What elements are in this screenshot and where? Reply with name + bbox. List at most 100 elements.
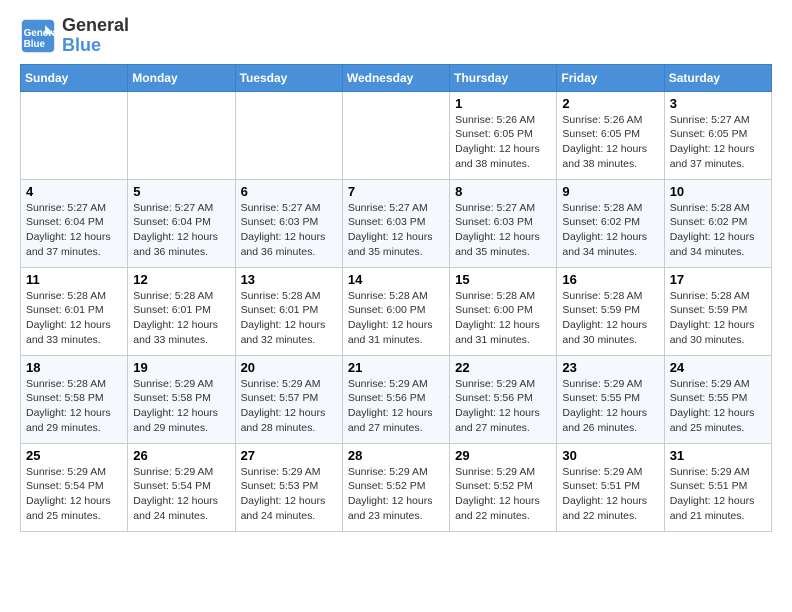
day-number: 10: [670, 184, 766, 199]
day-number: 22: [455, 360, 551, 375]
calendar-cell: 13Sunrise: 5:28 AM Sunset: 6:01 PM Dayli…: [235, 267, 342, 355]
page-header: General Blue General Blue: [20, 16, 772, 56]
calendar-cell: 8 Sunrise: 5:27 AM Sunset: 6:03 PM Daylig…: [450, 179, 557, 267]
day-number: 27: [241, 448, 337, 463]
day-number: 15: [455, 272, 551, 287]
calendar-cell: 9 Sunrise: 5:28 AM Sunset: 6:02 PM Daylig…: [557, 179, 664, 267]
day-info: Sunrise: 5:27 AM Sunset: 6:04 PM Dayligh…: [26, 201, 122, 260]
day-info: Sunrise: 5:28 AM Sunset: 6:02 PM Dayligh…: [562, 201, 658, 260]
calendar-cell: [21, 91, 128, 179]
calendar-cell: 28Sunrise: 5:29 AM Sunset: 5:52 PM Dayli…: [342, 443, 449, 531]
calendar-cell: 5Sunrise: 5:27 AM Sunset: 6:04 PM Daylig…: [128, 179, 235, 267]
day-number: 23: [562, 360, 658, 375]
day-number: 20: [241, 360, 337, 375]
day-info: Sunrise: 5:29 AM Sunset: 5:51 PM Dayligh…: [670, 465, 766, 524]
day-number: 19: [133, 360, 229, 375]
calendar-week-row: 25Sunrise: 5:29 AM Sunset: 5:54 PM Dayli…: [21, 443, 772, 531]
calendar-table: SundayMondayTuesdayWednesdayThursdayFrid…: [20, 64, 772, 532]
day-info: Sunrise: 5:26 AM Sunset: 6:05 PM Dayligh…: [455, 113, 551, 172]
day-number: 3: [670, 96, 766, 111]
logo-text: General Blue: [62, 16, 129, 56]
day-info: Sunrise: 5:29 AM Sunset: 5:58 PM Dayligh…: [133, 377, 229, 436]
day-number: 30: [562, 448, 658, 463]
day-info: Sunrise: 5:29 AM Sunset: 5:51 PM Dayligh…: [562, 465, 658, 524]
day-number: 9: [562, 184, 658, 199]
day-number: 1: [455, 96, 551, 111]
calendar-cell: [342, 91, 449, 179]
weekday-header: Monday: [128, 64, 235, 91]
calendar-week-row: 4 Sunrise: 5:27 AM Sunset: 6:04 PM Daylig…: [21, 179, 772, 267]
day-info: Sunrise: 5:26 AM Sunset: 6:05 PM Dayligh…: [562, 113, 658, 172]
calendar-week-row: 1 Sunrise: 5:26 AM Sunset: 6:05 PM Daylig…: [21, 91, 772, 179]
calendar-cell: 23 Sunrise: 5:29 AM Sunset: 5:55 PM Dayli…: [557, 355, 664, 443]
calendar-cell: [128, 91, 235, 179]
day-number: 17: [670, 272, 766, 287]
day-info: Sunrise: 5:28 AM Sunset: 5:58 PM Dayligh…: [26, 377, 122, 436]
day-info: Sunrise: 5:29 AM Sunset: 5:55 PM Dayligh…: [562, 377, 658, 436]
calendar-cell: 18 Sunrise: 5:28 AM Sunset: 5:58 PM Dayli…: [21, 355, 128, 443]
logo-icon: General Blue: [20, 18, 56, 54]
day-number: 21: [348, 360, 444, 375]
svg-text:General: General: [24, 28, 56, 39]
logo: General Blue General Blue: [20, 16, 129, 56]
calendar-cell: 14Sunrise: 5:28 AM Sunset: 6:00 PM Dayli…: [342, 267, 449, 355]
calendar-cell: 6 Sunrise: 5:27 AM Sunset: 6:03 PM Daylig…: [235, 179, 342, 267]
day-info: Sunrise: 5:28 AM Sunset: 5:59 PM Dayligh…: [670, 289, 766, 348]
day-info: Sunrise: 5:28 AM Sunset: 6:01 PM Dayligh…: [133, 289, 229, 348]
day-number: 6: [241, 184, 337, 199]
calendar-cell: 26 Sunrise: 5:29 AM Sunset: 5:54 PM Dayli…: [128, 443, 235, 531]
day-info: Sunrise: 5:27 AM Sunset: 6:03 PM Dayligh…: [241, 201, 337, 260]
day-number: 12: [133, 272, 229, 287]
day-info: Sunrise: 5:29 AM Sunset: 5:54 PM Dayligh…: [133, 465, 229, 524]
calendar-cell: 1 Sunrise: 5:26 AM Sunset: 6:05 PM Daylig…: [450, 91, 557, 179]
calendar-cell: [235, 91, 342, 179]
calendar-cell: 20 Sunrise: 5:29 AM Sunset: 5:57 PM Dayli…: [235, 355, 342, 443]
calendar-cell: 25Sunrise: 5:29 AM Sunset: 5:54 PM Dayli…: [21, 443, 128, 531]
calendar-cell: 22Sunrise: 5:29 AM Sunset: 5:56 PM Dayli…: [450, 355, 557, 443]
day-info: Sunrise: 5:28 AM Sunset: 5:59 PM Dayligh…: [562, 289, 658, 348]
day-info: Sunrise: 5:29 AM Sunset: 5:55 PM Dayligh…: [670, 377, 766, 436]
day-number: 24: [670, 360, 766, 375]
weekday-header: Wednesday: [342, 64, 449, 91]
day-info: Sunrise: 5:28 AM Sunset: 6:00 PM Dayligh…: [348, 289, 444, 348]
day-info: Sunrise: 5:29 AM Sunset: 5:57 PM Dayligh…: [241, 377, 337, 436]
calendar-cell: 7 Sunrise: 5:27 AM Sunset: 6:03 PM Daylig…: [342, 179, 449, 267]
day-number: 29: [455, 448, 551, 463]
day-number: 26: [133, 448, 229, 463]
weekday-header: Sunday: [21, 64, 128, 91]
calendar-cell: 27 Sunrise: 5:29 AM Sunset: 5:53 PM Dayli…: [235, 443, 342, 531]
calendar-cell: 4 Sunrise: 5:27 AM Sunset: 6:04 PM Daylig…: [21, 179, 128, 267]
calendar-cell: 31 Sunrise: 5:29 AM Sunset: 5:51 PM Dayli…: [664, 443, 771, 531]
day-info: Sunrise: 5:27 AM Sunset: 6:03 PM Dayligh…: [348, 201, 444, 260]
svg-text:Blue: Blue: [24, 39, 46, 50]
calendar-week-row: 11Sunrise: 5:28 AM Sunset: 6:01 PM Dayli…: [21, 267, 772, 355]
day-info: Sunrise: 5:29 AM Sunset: 5:53 PM Dayligh…: [241, 465, 337, 524]
calendar-cell: 19 Sunrise: 5:29 AM Sunset: 5:58 PM Dayli…: [128, 355, 235, 443]
weekday-header: Saturday: [664, 64, 771, 91]
calendar-week-row: 18 Sunrise: 5:28 AM Sunset: 5:58 PM Dayli…: [21, 355, 772, 443]
day-number: 4: [26, 184, 122, 199]
day-number: 7: [348, 184, 444, 199]
calendar-cell: 10 Sunrise: 5:28 AM Sunset: 6:02 PM Dayli…: [664, 179, 771, 267]
calendar-cell: 11Sunrise: 5:28 AM Sunset: 6:01 PM Dayli…: [21, 267, 128, 355]
day-number: 2: [562, 96, 658, 111]
calendar-cell: 12 Sunrise: 5:28 AM Sunset: 6:01 PM Dayli…: [128, 267, 235, 355]
day-info: Sunrise: 5:27 AM Sunset: 6:05 PM Dayligh…: [670, 113, 766, 172]
day-info: Sunrise: 5:29 AM Sunset: 5:54 PM Dayligh…: [26, 465, 122, 524]
day-info: Sunrise: 5:27 AM Sunset: 6:03 PM Dayligh…: [455, 201, 551, 260]
calendar-cell: 3 Sunrise: 5:27 AM Sunset: 6:05 PM Daylig…: [664, 91, 771, 179]
calendar-cell: 30 Sunrise: 5:29 AM Sunset: 5:51 PM Dayli…: [557, 443, 664, 531]
day-info: Sunrise: 5:28 AM Sunset: 6:01 PM Dayligh…: [26, 289, 122, 348]
day-number: 5: [133, 184, 229, 199]
weekday-header-row: SundayMondayTuesdayWednesdayThursdayFrid…: [21, 64, 772, 91]
weekday-header: Tuesday: [235, 64, 342, 91]
day-number: 28: [348, 448, 444, 463]
day-number: 31: [670, 448, 766, 463]
weekday-header: Friday: [557, 64, 664, 91]
day-info: Sunrise: 5:29 AM Sunset: 5:52 PM Dayligh…: [455, 465, 551, 524]
day-info: Sunrise: 5:28 AM Sunset: 6:02 PM Dayligh…: [670, 201, 766, 260]
day-number: 16: [562, 272, 658, 287]
calendar-cell: 16 Sunrise: 5:28 AM Sunset: 5:59 PM Dayli…: [557, 267, 664, 355]
day-number: 18: [26, 360, 122, 375]
day-number: 8: [455, 184, 551, 199]
